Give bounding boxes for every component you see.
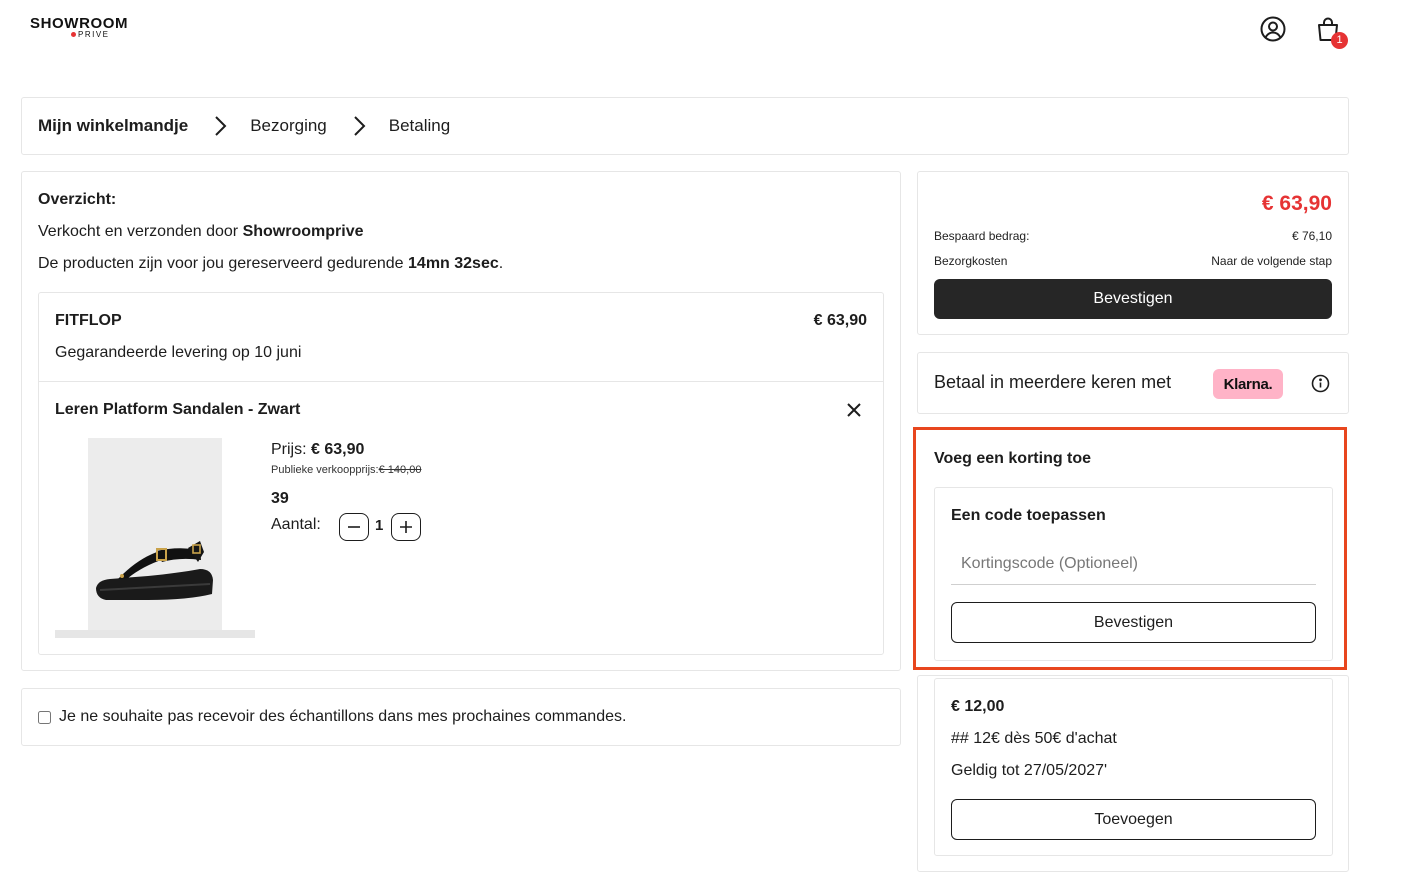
product-image[interactable] xyxy=(88,438,222,630)
checkout-breadcrumb: Mijn winkelmandje Bezorging Betaling xyxy=(21,97,1349,155)
chevron-right-icon xyxy=(345,97,373,155)
quantity-increase-button[interactable] xyxy=(391,513,421,541)
logo-dot xyxy=(71,32,76,37)
delivery-guarantee: Gegarandeerde levering op 10 juni xyxy=(55,344,302,361)
sold-by-line: Verkocht en verzonden door Showroomprive xyxy=(38,223,363,241)
klarna-banner: Betaal in meerdere keren met Klarna. xyxy=(917,352,1349,414)
public-price-label: Publieke verkoopprijs: xyxy=(271,464,379,476)
product-size: 39 xyxy=(271,490,289,507)
saved-amount-label: Bespaard bedrag: xyxy=(934,229,1030,243)
saved-amount-value: € 76,10 xyxy=(1291,229,1332,243)
reservation-line: De producten zijn voor jou gereserveerd … xyxy=(38,255,503,273)
brand-name: FITFLOP xyxy=(55,312,122,329)
quantity-decrease-button[interactable] xyxy=(339,513,369,541)
breadcrumb-step-cart[interactable]: Mijn winkelmandje xyxy=(38,116,188,136)
voucher-section: € 12,00 ## 12€ dès 50€ d'achat Geldig to… xyxy=(917,675,1349,872)
shipping-cost-label: Bezorgkosten xyxy=(934,254,1008,268)
voucher-amount: € 12,00 xyxy=(951,698,1005,715)
cart-count-badge: 1 xyxy=(1331,32,1348,49)
reservation-suffix: . xyxy=(498,255,504,272)
apply-code-button[interactable]: Bevestigen xyxy=(951,602,1316,643)
samples-optout: Je ne souhaite pas recevoir des échantil… xyxy=(21,688,901,746)
voucher-validity: Geldig tot 27/05/2027' xyxy=(951,762,1108,779)
info-icon[interactable] xyxy=(1310,373,1330,393)
image-scrollbar[interactable] xyxy=(55,630,255,638)
plus-icon xyxy=(400,521,412,533)
divider xyxy=(39,381,883,382)
user-circle-icon[interactable] xyxy=(1260,16,1286,42)
samples-optout-label[interactable]: Je ne souhaite pas recevoir des échantil… xyxy=(59,708,626,726)
shipping-cost-row: Bezorgkosten Naar de volgende stap xyxy=(934,254,1332,268)
discount-code-input[interactable] xyxy=(951,543,1316,585)
reservation-timer: 14mn 32sec xyxy=(408,255,499,272)
voucher-description: ## 12€ dès 50€ d'achat xyxy=(951,730,1117,747)
shipping-cost-value: Naar de volgende stap xyxy=(1211,254,1332,268)
public-price-line: Publieke verkoopprijs:€ 140,00 xyxy=(271,464,421,476)
reservation-prefix: De producten zijn voor jou gereserveerd … xyxy=(38,255,409,272)
brand-price: € 63,90 xyxy=(813,312,867,329)
overview-title: Overzicht: xyxy=(38,191,117,208)
klarna-text: Betaal in meerdere keren met xyxy=(934,372,1172,392)
discount-title: Voeg een korting toe xyxy=(934,450,1092,467)
quantity-label: Aantal: xyxy=(271,516,321,533)
remove-item-button[interactable] xyxy=(843,399,865,421)
discount-section: Voeg een korting toe Een code toepassen … xyxy=(913,427,1347,670)
breadcrumb-step-payment[interactable]: Betaling xyxy=(389,116,450,136)
confirm-order-button[interactable]: Bevestigen xyxy=(934,279,1332,319)
brand-group: FITFLOP € 63,90 Gegarandeerde levering o… xyxy=(38,292,884,655)
apply-code-box: Een code toepassen Bevestigen xyxy=(934,487,1333,661)
order-summary: € 63,90 Bespaard bedrag: € 76,10 Bezorgk… xyxy=(917,171,1349,335)
minus-icon xyxy=(348,526,360,528)
add-voucher-button[interactable]: Toevoegen xyxy=(951,799,1316,840)
product-name[interactable]: Leren Platform Sandalen - Zwart xyxy=(55,401,300,419)
cart-overview: Overzicht: Verkocht en verzonden door Sh… xyxy=(21,171,901,671)
close-icon xyxy=(847,403,861,417)
public-price-value: € 140,00 xyxy=(378,464,422,476)
logo-sub-text: PRIVE xyxy=(78,30,110,39)
quantity-value: 1 xyxy=(375,517,384,534)
sold-by-prefix: Verkocht en verzonden door xyxy=(38,223,243,240)
sandal-image xyxy=(88,438,222,630)
voucher-card: € 12,00 ## 12€ dès 50€ d'achat Geldig to… xyxy=(934,678,1333,856)
sold-by-name: Showroomprive xyxy=(242,223,364,240)
product-price: € 63,90 xyxy=(311,441,365,458)
breadcrumb-step-delivery[interactable]: Bezorging xyxy=(250,116,327,136)
chevron-right-icon xyxy=(206,97,234,155)
saved-amount-row: Bespaard bedrag: € 76,10 xyxy=(934,229,1332,243)
showroomprive-logo[interactable]: SHOWROOM PRIVE xyxy=(30,15,132,41)
product-price-line: Prijs: € 63,90 xyxy=(271,441,364,459)
samples-optout-checkbox[interactable] xyxy=(38,710,51,724)
klarna-logo: Klarna. xyxy=(1213,369,1283,399)
price-label: Prijs: xyxy=(271,441,311,458)
apply-code-title: Een code toepassen xyxy=(951,507,1106,524)
order-total: € 63,90 xyxy=(1261,192,1332,215)
